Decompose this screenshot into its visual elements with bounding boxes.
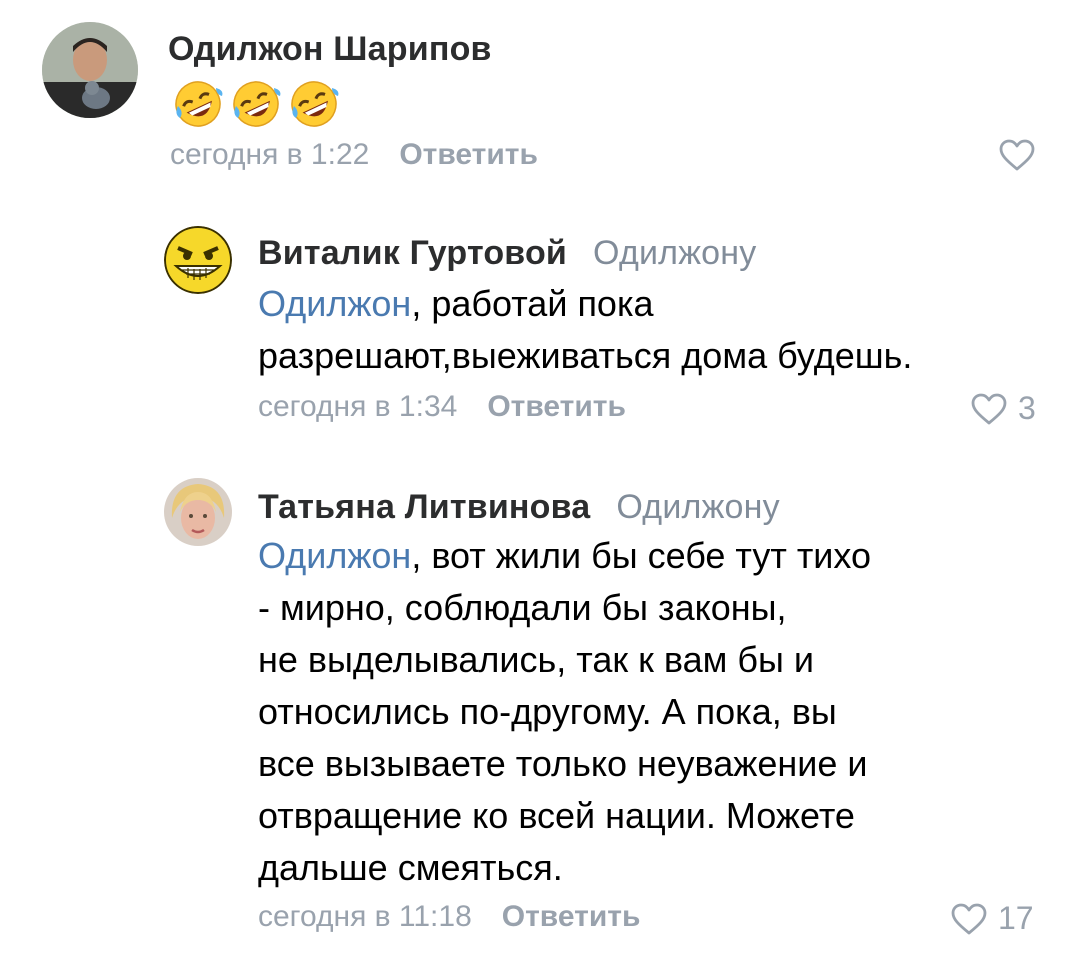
rofl-emoji-icon (291, 81, 339, 127)
reply-button[interactable]: Ответить (399, 138, 538, 171)
comment-text: Одилжон, работай пока разрешают,выеживат… (258, 278, 1038, 382)
heart-icon (951, 903, 987, 934)
comment-author[interactable]: Виталик Гуртовой Одилжону (258, 234, 756, 273)
like-count: 17 (998, 900, 1034, 936)
avatar[interactable] (164, 226, 232, 294)
like-button[interactable] (998, 138, 1036, 172)
heart-icon (971, 393, 1007, 424)
like-button[interactable]: 3 (970, 390, 1036, 427)
avatar-photo (164, 478, 232, 546)
comment-text (172, 78, 340, 130)
timestamp: сегодня в 1:22 (170, 138, 370, 171)
comment-meta: сегодня в 1:34 Ответить (258, 390, 626, 424)
reply-to-link[interactable]: Одилжону (616, 488, 779, 526)
comment-text: Одилжон, вот жили бы себе тут тихо - мир… (258, 530, 1038, 894)
comment-meta: сегодня в 11:18 Ответить (258, 900, 640, 934)
author-name[interactable]: Одилжон Шарипов (168, 30, 492, 68)
reply-to-link[interactable]: Одилжону (593, 234, 756, 272)
like-button[interactable]: 17 (950, 900, 1034, 937)
mention-link[interactable]: Одилжон (258, 283, 411, 324)
author-name[interactable]: Татьяна Литвинова (258, 488, 590, 526)
comment-meta: сегодня в 1:22 Ответить (170, 138, 538, 172)
grinning-smiley-avatar (164, 226, 232, 294)
timestamp: сегодня в 1:34 (258, 390, 458, 423)
rofl-emoji-icon (233, 81, 281, 127)
avatar[interactable] (42, 22, 138, 118)
like-count: 3 (1018, 390, 1036, 426)
timestamp: сегодня в 11:18 (258, 900, 472, 933)
comment-body: , вот жили бы себе тут тихо - мирно, соб… (258, 535, 872, 888)
reply-button[interactable]: Ответить (487, 390, 626, 423)
rofl-emoji-icon (175, 81, 223, 127)
reply-button[interactable]: Ответить (502, 900, 641, 933)
mention-link[interactable]: Одилжон (258, 535, 411, 576)
author-name[interactable]: Виталик Гуртовой (258, 234, 567, 272)
avatar[interactable] (164, 478, 232, 546)
comment-author[interactable]: Одилжон Шарипов (168, 30, 492, 69)
avatar-photo (42, 22, 138, 118)
heart-icon (999, 139, 1035, 171)
comment-author[interactable]: Татьяна Литвинова Одилжону (258, 488, 780, 527)
